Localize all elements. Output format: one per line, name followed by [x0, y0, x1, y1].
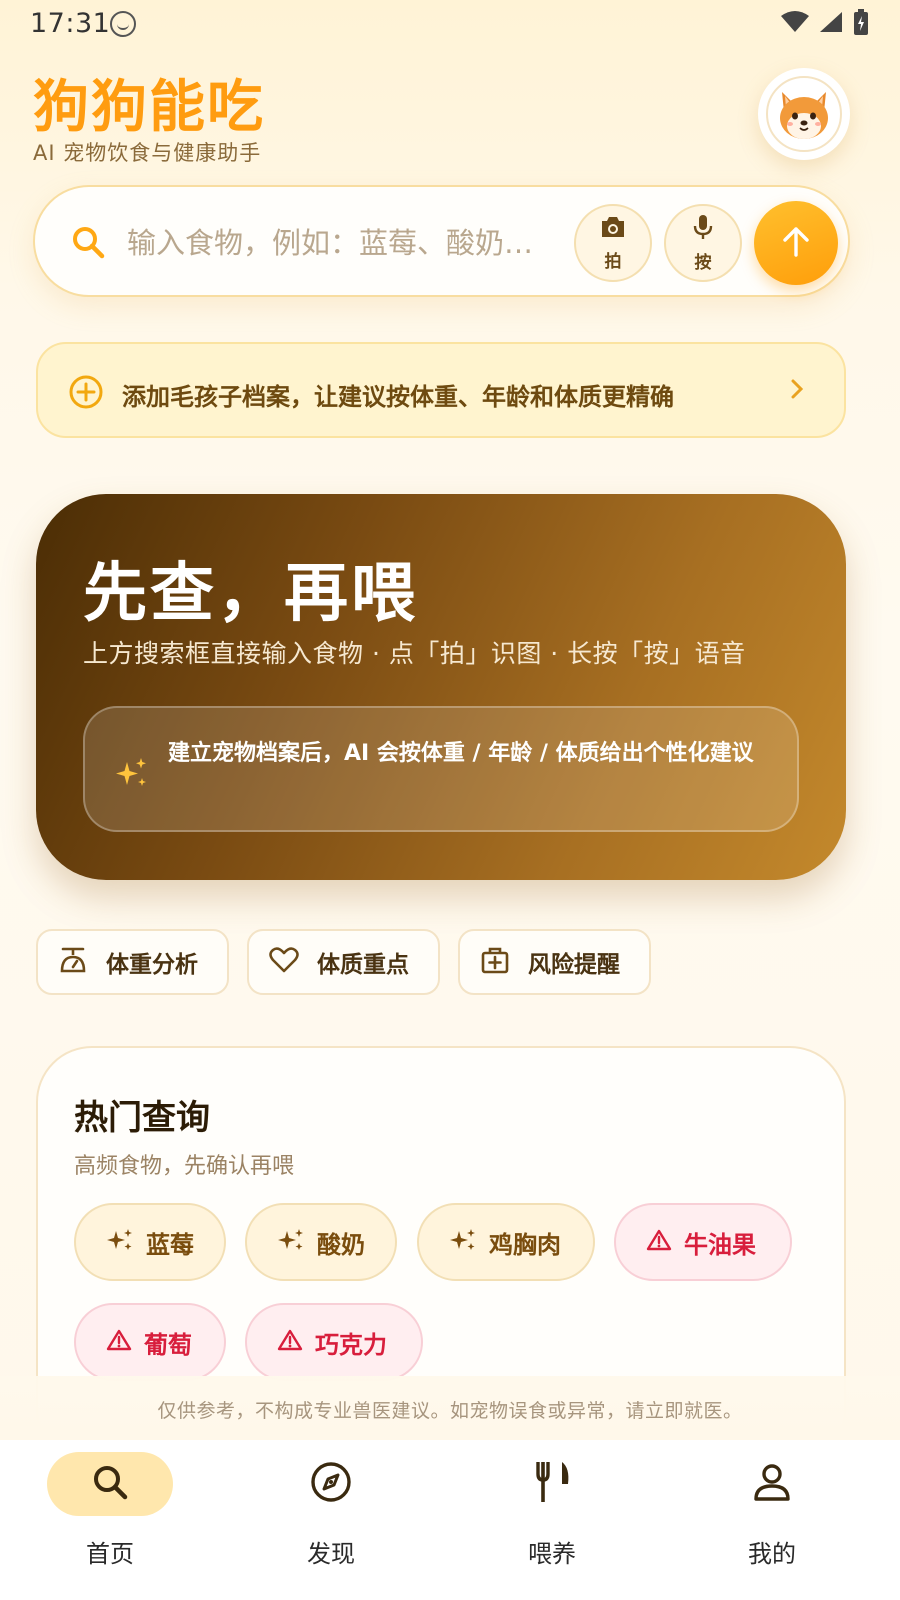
add-circle-icon: [68, 374, 104, 414]
food-chip-chicken-breast[interactable]: 鸡胸肉: [417, 1203, 595, 1281]
app-subtitle: AI 宠物饮食与健康助手: [33, 141, 262, 165]
sparkle-icon: [106, 1227, 134, 1257]
camera-label: 拍: [604, 251, 622, 272]
camera-button[interactable]: 拍: [574, 204, 652, 282]
nav-mine-icon-wrap: [709, 1452, 835, 1516]
chevron-right-icon: [788, 376, 806, 406]
nav-label: 我的: [748, 1540, 796, 1568]
food-chip-chocolate[interactable]: 巧克力: [245, 1303, 423, 1381]
scale-icon: [58, 945, 88, 979]
food-chip-avocado[interactable]: 牛油果: [614, 1203, 792, 1281]
heart-icon: [269, 946, 299, 978]
battery-icon: [852, 8, 870, 40]
hot-queries-title: 热门查询: [74, 1098, 210, 1138]
nav-feeding[interactable]: 喂养: [477, 1452, 627, 1582]
food-chip-grape[interactable]: 葡萄: [74, 1303, 226, 1381]
signal-icon: [818, 10, 844, 38]
status-bar: 17:31: [0, 0, 900, 46]
voice-button[interactable]: 按: [664, 204, 742, 282]
person-icon: [752, 1462, 792, 1506]
warning-icon: [106, 1328, 132, 1356]
wifi-icon: [780, 10, 810, 38]
sparkle-icon: [277, 1227, 305, 1257]
bottom-nav: 首页 发现 喂养 我的: [0, 1440, 900, 1600]
hot-queries-subtitle: 高频食物，先确认再喂: [74, 1154, 295, 1179]
notification-app-icon: [110, 11, 136, 37]
hero-card: 先查，再喂 上方搜索框直接输入食物 · 点「拍」识图 · 长按「按」语音 建立宠…: [36, 494, 846, 880]
nav-label: 喂养: [528, 1540, 576, 1568]
add-pet-profile-banner[interactable]: 添加毛孩子档案，让建议按体重、年龄和体质更精确: [36, 342, 846, 438]
constitution-focus-chip[interactable]: 体质重点: [247, 929, 440, 995]
chip-label: 体重分析: [106, 952, 198, 978]
search-bar: 拍 按: [33, 185, 850, 297]
nav-label: 发现: [307, 1540, 355, 1568]
sparkle-icon: [449, 1227, 477, 1257]
weight-analysis-chip[interactable]: 体重分析: [36, 929, 229, 995]
status-icons: [780, 8, 870, 40]
nav-home-icon-wrap: [47, 1452, 173, 1516]
warning-icon: [277, 1328, 303, 1356]
voice-label: 按: [694, 252, 712, 273]
food-label: 葡萄: [144, 1330, 192, 1359]
feature-chips: 体重分析 体质重点 风险提醒: [36, 929, 651, 995]
sparkle-icon: [115, 756, 149, 794]
avatar-button[interactable]: [758, 68, 850, 160]
hero-tip-text: 建立宠物档案后，AI 会按体重 / 年龄 / 体质给出个性化建议: [168, 741, 754, 766]
food-chip-yogurt[interactable]: 酸奶: [245, 1203, 397, 1281]
search-input[interactable]: [127, 223, 567, 263]
nav-feeding-icon-wrap: [489, 1452, 615, 1516]
warning-icon: [646, 1228, 672, 1256]
food-label: 蓝莓: [146, 1230, 194, 1259]
hero-subtitle: 上方搜索框直接输入食物 · 点「拍」识图 · 长按「按」语音: [83, 639, 746, 668]
food-label: 酸奶: [317, 1230, 365, 1259]
medkit-icon: [480, 945, 510, 979]
hero-title: 先查，再喂: [83, 557, 418, 631]
food-label: 牛油果: [684, 1230, 756, 1259]
search-icon: [91, 1463, 129, 1505]
fork-knife-icon: [532, 1460, 572, 1508]
food-chip-blueberry[interactable]: 蓝莓: [74, 1203, 226, 1281]
hero-tip: 建立宠物档案后，AI 会按体重 / 年龄 / 体质给出个性化建议: [83, 706, 799, 832]
nav-label: 首页: [86, 1540, 134, 1568]
arrow-up-icon: [781, 225, 811, 261]
chip-label: 风险提醒: [528, 952, 620, 978]
microphone-icon: [692, 214, 714, 244]
food-label: 巧克力: [315, 1330, 387, 1359]
status-time: 17:31: [30, 8, 111, 39]
disclaimer-text: 仅供参考，不构成专业兽医建议。如宠物误食或异常，请立即就医。: [157, 1400, 743, 1422]
search-icon: [71, 225, 105, 263]
risk-alert-chip[interactable]: 风险提醒: [458, 929, 651, 995]
shiba-dog-avatar-icon: [766, 76, 842, 152]
chip-label: 体质重点: [317, 952, 409, 978]
nav-discover-icon-wrap: [268, 1452, 394, 1516]
food-label: 鸡胸肉: [489, 1230, 561, 1259]
app-title: 狗狗能吃: [33, 75, 265, 140]
nav-mine[interactable]: 我的: [697, 1452, 847, 1582]
nav-home[interactable]: 首页: [35, 1452, 185, 1582]
nav-discover[interactable]: 发现: [256, 1452, 406, 1582]
camera-icon: [599, 215, 627, 243]
submit-button[interactable]: [754, 201, 838, 285]
profile-banner-text: 添加毛孩子档案，让建议按体重、年龄和体质更精确: [122, 383, 674, 411]
compass-icon: [310, 1461, 352, 1507]
